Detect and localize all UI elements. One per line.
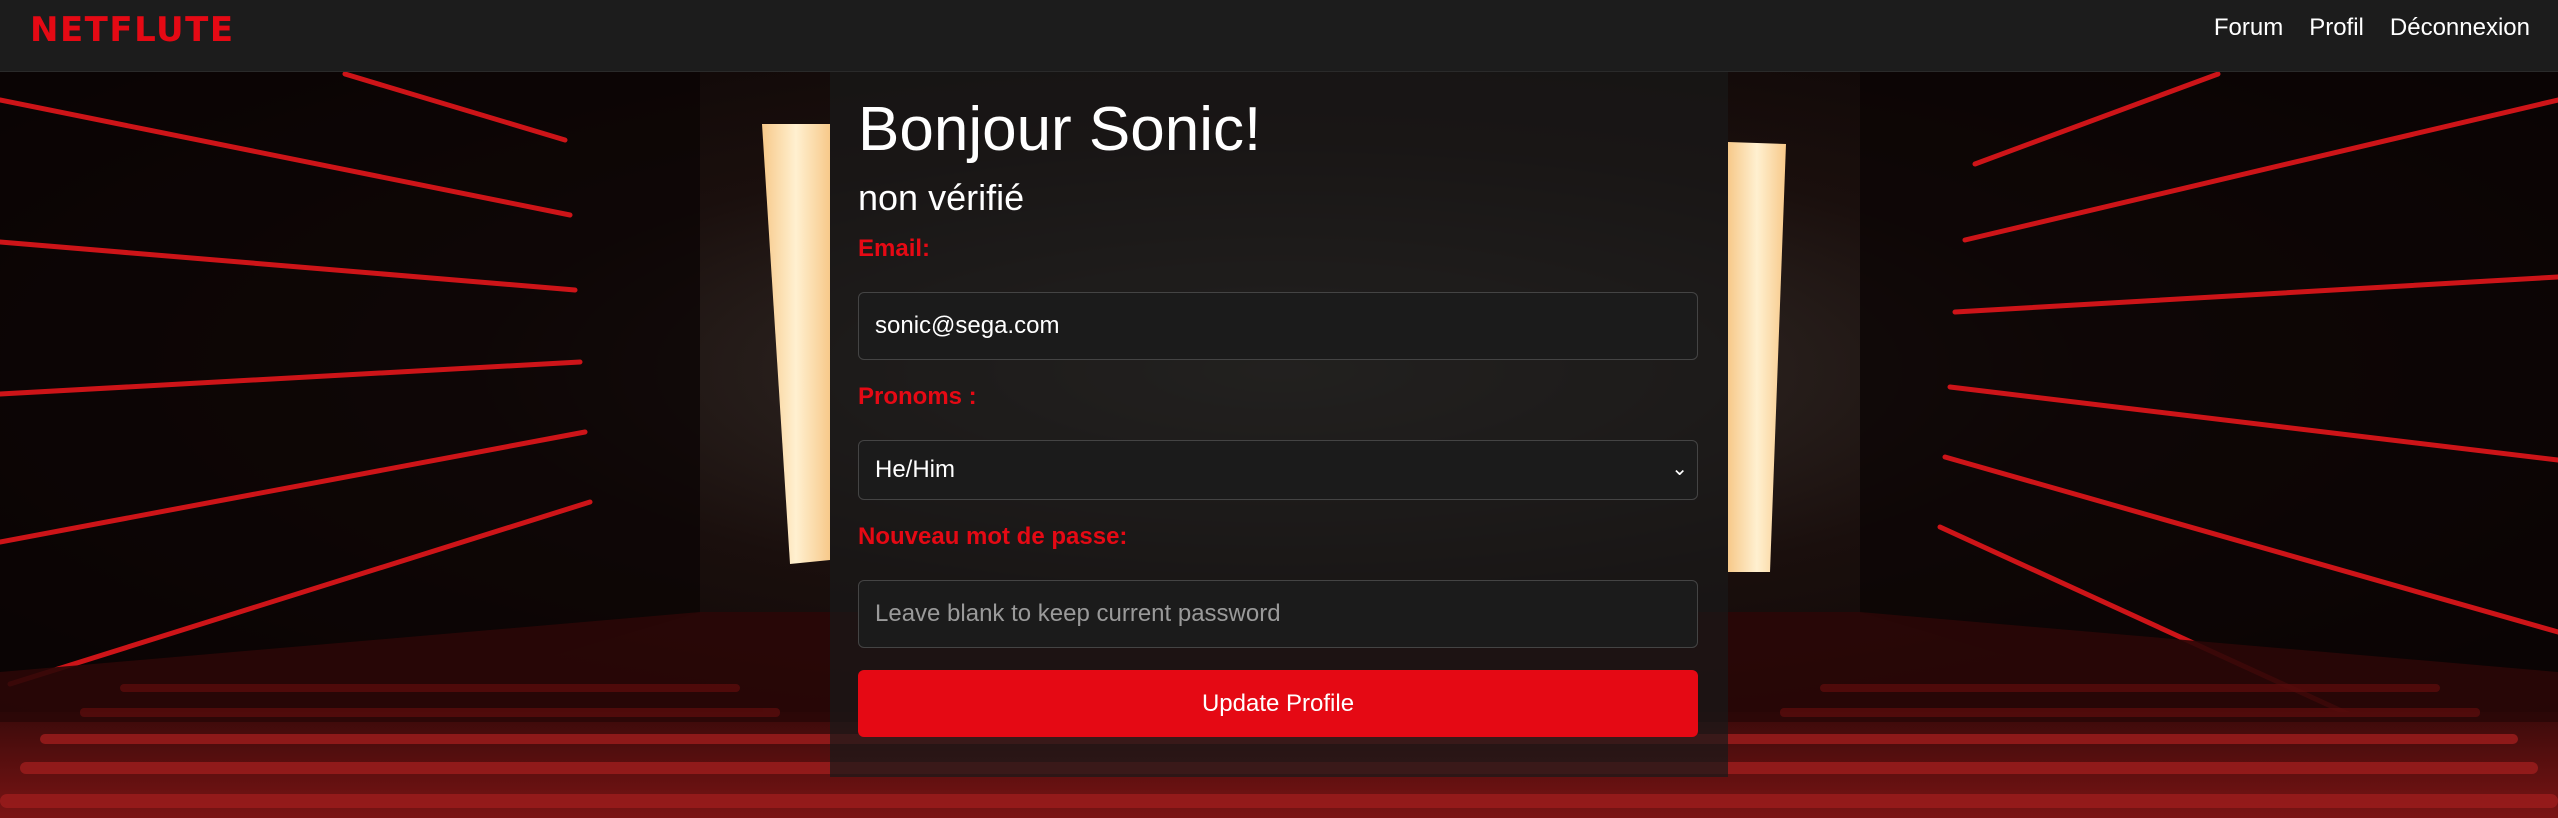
nav-link-deconnexion[interactable]: Déconnexion xyxy=(2390,14,2530,42)
verification-status: non vérifié xyxy=(858,177,1025,218)
page-title: Bonjour Sonic! xyxy=(858,95,1262,164)
nav-link-profil[interactable]: Profil xyxy=(2309,14,2364,42)
chevron-down-icon: ⌄ xyxy=(1671,458,1688,480)
email-label: Email: xyxy=(858,235,931,262)
pronouns-label: Pronoms : xyxy=(858,383,977,410)
nav-link-forum[interactable]: Forum xyxy=(2214,14,2283,42)
email-field[interactable] xyxy=(858,292,1698,360)
navbar: NETFLUTE Forum Profil Déconnexion xyxy=(0,0,2558,72)
password-label: Nouveau mot de passe: xyxy=(858,523,1128,550)
update-profile-button[interactable]: Update Profile xyxy=(858,670,1698,737)
pronouns-select[interactable]: He/Him ⌄ xyxy=(858,440,1698,500)
nav-links: Forum Profil Déconnexion xyxy=(2214,14,2530,42)
new-password-field[interactable] xyxy=(858,580,1698,648)
brand-logo[interactable]: NETFLUTE xyxy=(30,10,235,50)
pronouns-select-value[interactable]: He/Him xyxy=(858,440,1698,500)
profile-card: Bonjour Sonic! non vérifié Email: Pronom… xyxy=(830,72,1728,777)
